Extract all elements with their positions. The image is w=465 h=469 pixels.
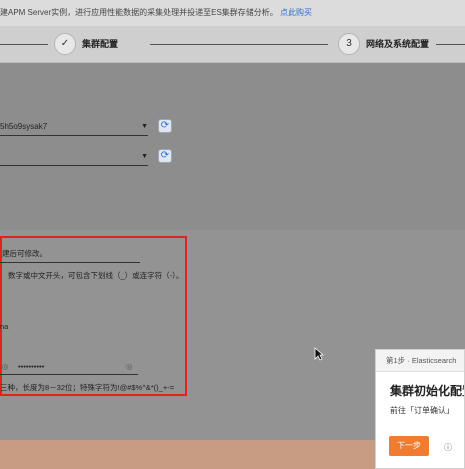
instance-name-hint: 建后可修改。 bbox=[2, 249, 47, 258]
subnet-refresh-icon[interactable]: ⟳ bbox=[158, 149, 172, 163]
step-3-number: 3 bbox=[338, 33, 360, 55]
vpc-refresh-icon[interactable]: ⟳ bbox=[158, 119, 172, 133]
notice-bar: 建APM Server实例，进行应用性能数据的采集处理并投递至ES集群存储分析。… bbox=[0, 0, 465, 26]
vpc-select[interactable]: 5h5o9sysak7 ▼ bbox=[0, 119, 148, 136]
step-3-label: 网络及系统配置 bbox=[366, 39, 430, 49]
notice-text: 建APM Server实例，进行应用性能数据的采集处理并投递至ES集群存储分析。 bbox=[0, 8, 278, 17]
guide-popup: 第1步 · Elasticsearch 集群初始化配置 前往「订单确认」 下一步… bbox=[375, 349, 465, 469]
password-input[interactable]: ◎ •••••••••• ◎ bbox=[0, 362, 138, 375]
info-icon[interactable]: ⓘ bbox=[444, 442, 452, 453]
step-connector bbox=[0, 44, 48, 45]
step-2-label: 集群配置 bbox=[82, 39, 119, 49]
guide-title: 集群初始化配置 bbox=[390, 384, 464, 398]
mouse-cursor-icon bbox=[314, 347, 324, 361]
instance-name-rule: 数字或中文开头，可包含下划线（_）或连字符（-）。 bbox=[8, 271, 184, 280]
chevron-down-icon: ▼ bbox=[141, 153, 148, 160]
buy-link[interactable]: 点此购买 bbox=[280, 8, 312, 17]
password-rule: 三种，长度为8－32位；特殊字符为!@#$%^&*()_+-= bbox=[0, 383, 175, 392]
step-indicator: ✓ 集群配置 3 网络及系统配置 bbox=[0, 26, 465, 63]
step-connector bbox=[150, 44, 328, 45]
guide-description: 前往「订单确认」 bbox=[390, 406, 454, 415]
step-2-check-icon: ✓ bbox=[54, 33, 76, 55]
password-value: •••••••••• bbox=[18, 362, 45, 371]
eye-icon[interactable]: ◎ bbox=[2, 362, 9, 371]
eye-icon[interactable]: ◎ bbox=[126, 362, 133, 371]
username-fragment: na bbox=[0, 322, 9, 331]
chevron-down-icon: ▼ bbox=[141, 123, 148, 130]
next-step-button[interactable]: 下一步 bbox=[389, 436, 429, 456]
vpc-select-value: 5h5o9sysak7 bbox=[0, 122, 48, 131]
step-connector bbox=[436, 44, 465, 45]
subnet-select[interactable]: ▼ bbox=[0, 149, 148, 166]
guide-step: 第1步 · Elasticsearch bbox=[376, 350, 464, 372]
